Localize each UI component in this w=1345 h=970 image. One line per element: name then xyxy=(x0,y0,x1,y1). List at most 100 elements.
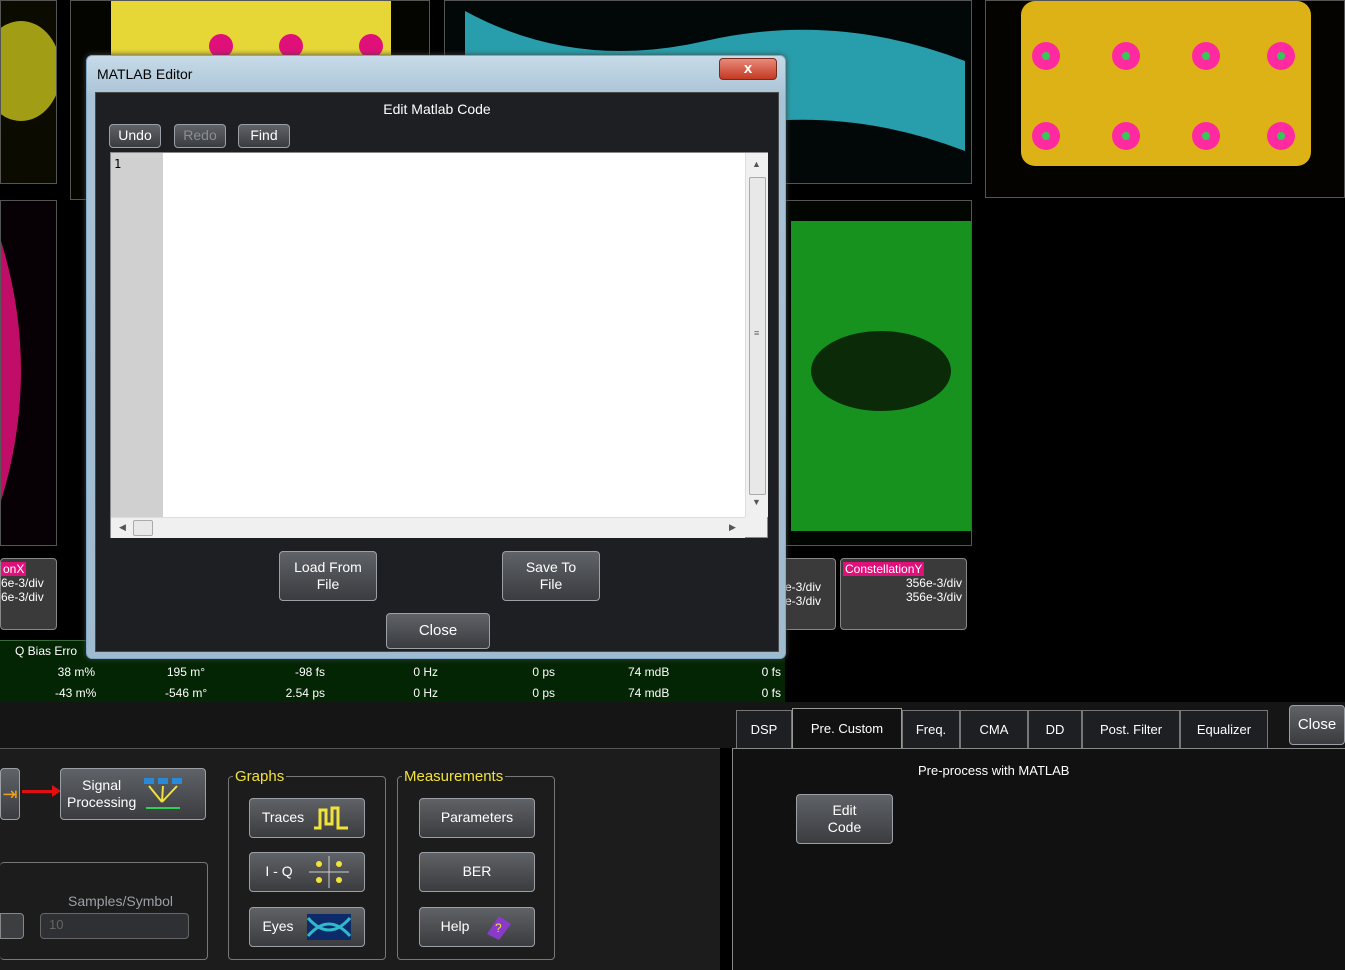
measurement-cell: 0 Hz xyxy=(413,665,438,679)
grid-yellow-left xyxy=(0,0,57,184)
tab-6[interactable]: Equalizer xyxy=(1180,710,1268,748)
partial-input-field[interactable] xyxy=(0,913,24,939)
measurement-cell: -546 m° xyxy=(165,686,208,700)
panel-subtitle: Pre-process with MATLAB xyxy=(918,763,1070,778)
edit-code-label: Edit Code xyxy=(827,801,862,836)
tab-5[interactable]: Post. Filter xyxy=(1082,710,1180,748)
editor-close-button[interactable]: Close xyxy=(386,613,490,649)
parameters-button[interactable]: Parameters xyxy=(419,798,535,838)
measurement-cell: 0 fs xyxy=(761,665,781,679)
traces-label: Traces xyxy=(261,809,305,826)
tab-label: CMA xyxy=(979,722,1009,737)
traces-button[interactable]: Traces xyxy=(249,798,365,838)
measurement-cell: 2.54 ps xyxy=(285,686,325,700)
save-to-file-button[interactable]: Save To File xyxy=(502,551,600,601)
graphs-legend: Graphs xyxy=(235,768,285,785)
eyes-button[interactable]: Eyes xyxy=(249,907,365,947)
iq-button[interactable]: I - Q xyxy=(249,852,365,892)
load-from-file-button[interactable]: Load From File xyxy=(279,551,377,601)
tab-label: Freq. xyxy=(915,722,947,737)
eye-diagram-icon xyxy=(306,914,351,940)
trace-box-mid[interactable]: e-3/div e-3/div xyxy=(780,558,836,630)
window-title: MATLAB Editor xyxy=(97,66,193,82)
samples-per-symbol-value: 10 xyxy=(49,917,64,932)
code-editor[interactable]: 1 ▲ ≡ ▼ ◀ ▶ xyxy=(110,152,768,538)
matlab-editor-window: MATLAB Editor x Edit Matlab Code Undo Re… xyxy=(86,55,786,659)
grid-magenta-eye xyxy=(0,200,57,546)
measurement-cell: 0 fs xyxy=(761,686,781,700)
help-book-icon: ? xyxy=(487,916,512,940)
parameters-label: Parameters xyxy=(440,809,514,826)
scroll-left-arrow-icon[interactable]: ◀ xyxy=(119,522,126,533)
measurement-cell: 74 mdB xyxy=(628,665,670,679)
save-to-file-label: Save To File xyxy=(525,558,577,593)
trace-vdiv: e-3/div xyxy=(785,580,822,594)
find-button[interactable]: Find xyxy=(238,124,290,148)
grid-green-eye xyxy=(780,200,972,546)
tab-1[interactable]: Pre. Custom xyxy=(792,708,902,748)
vertical-scroll-thumb[interactable]: ≡ xyxy=(749,177,766,495)
code-text[interactable] xyxy=(167,157,737,513)
panel-close-button[interactable]: Close xyxy=(1289,705,1345,745)
scroll-down-arrow-icon[interactable]: ▼ xyxy=(752,497,761,507)
undo-button[interactable]: Undo xyxy=(109,124,161,148)
samples-per-symbol-label: Samples/Symbol xyxy=(68,893,174,909)
tab-3[interactable]: CMA xyxy=(960,710,1028,748)
tab-label: DD xyxy=(1045,722,1065,737)
measurement-header: Q Bias Erro xyxy=(15,644,78,658)
scroll-up-arrow-icon[interactable]: ▲ xyxy=(752,159,761,169)
samples-per-symbol-field[interactable]: 10 xyxy=(40,913,189,939)
horizontal-scrollbar[interactable]: ◀ ▶ xyxy=(111,517,745,538)
measurement-cell: -98 fs xyxy=(294,665,325,679)
editor-close-label: Close xyxy=(418,621,458,639)
tab-label: Equalizer xyxy=(1196,722,1252,737)
help-button[interactable]: Help ? xyxy=(419,907,535,947)
redo-label: Redo xyxy=(183,127,217,144)
signal-processing-icon xyxy=(144,778,183,809)
iq-icon xyxy=(308,856,349,888)
grip-icon: ≡ xyxy=(754,328,760,338)
samples-group xyxy=(0,862,208,960)
tab-label: Post. Filter xyxy=(1099,722,1163,737)
measurement-cell: 74 mdB xyxy=(628,686,670,700)
find-label: Find xyxy=(250,127,278,144)
control-panel-right xyxy=(732,748,1345,970)
redo-button[interactable]: Redo xyxy=(174,124,226,148)
tab-4[interactable]: DD xyxy=(1028,710,1082,748)
trace-vdiv: 356e-3/div xyxy=(905,590,962,604)
editor-client-area: Edit Matlab Code Undo Redo Find 1 ▲ ≡ ▼ xyxy=(95,92,779,652)
ber-button[interactable]: BER xyxy=(419,852,535,892)
window-close-button[interactable]: x xyxy=(719,58,777,80)
measurement-cell: -43 m% xyxy=(55,686,97,700)
scrollbar-corner xyxy=(745,517,767,537)
vertical-scrollbar[interactable]: ▲ ≡ ▼ xyxy=(745,153,768,517)
eyes-label: Eyes xyxy=(262,918,294,935)
iq-label: I - Q xyxy=(265,863,293,880)
load-from-file-label: Load From File xyxy=(294,558,362,593)
measurement-cell: 0 ps xyxy=(532,686,555,700)
tab-2[interactable]: Freq. xyxy=(902,710,960,748)
block-icon: ⇥ xyxy=(2,783,18,804)
trace-box-left[interactable]: onX 6e-3/div 6e-3/div xyxy=(0,558,57,630)
line-number-gutter: 1 xyxy=(111,153,163,517)
signal-processing-label: Signal Processing xyxy=(67,776,137,811)
trace-box-constellation-y[interactable]: ConstellationY 356e-3/div 356e-3/div xyxy=(840,558,967,630)
trace-vdiv: 356e-3/div xyxy=(905,576,962,590)
scroll-right-arrow-icon[interactable]: ▶ xyxy=(729,522,736,533)
block-button-partial[interactable]: ⇥ xyxy=(0,768,20,820)
help-label: Help xyxy=(440,918,470,935)
trace-name: ConstellationY xyxy=(843,562,925,576)
measurement-cell: 0 Hz xyxy=(413,686,438,700)
grid-constellation-gold xyxy=(985,0,1345,198)
tab-0[interactable]: DSP xyxy=(736,710,792,748)
measurement-cell: 0 ps xyxy=(532,665,555,679)
trace-name: onX xyxy=(1,562,27,576)
horizontal-scroll-thumb[interactable] xyxy=(133,520,153,536)
traces-icon xyxy=(314,806,349,830)
edit-code-button[interactable]: Edit Code xyxy=(796,794,893,844)
tab-label: Pre. Custom xyxy=(810,721,884,736)
measurements-legend: Measurements xyxy=(404,768,504,785)
signal-processing-button[interactable]: Signal Processing xyxy=(60,768,206,820)
measurement-cell: 38 m% xyxy=(57,665,95,679)
trace-vdiv: e-3/div xyxy=(785,594,822,608)
